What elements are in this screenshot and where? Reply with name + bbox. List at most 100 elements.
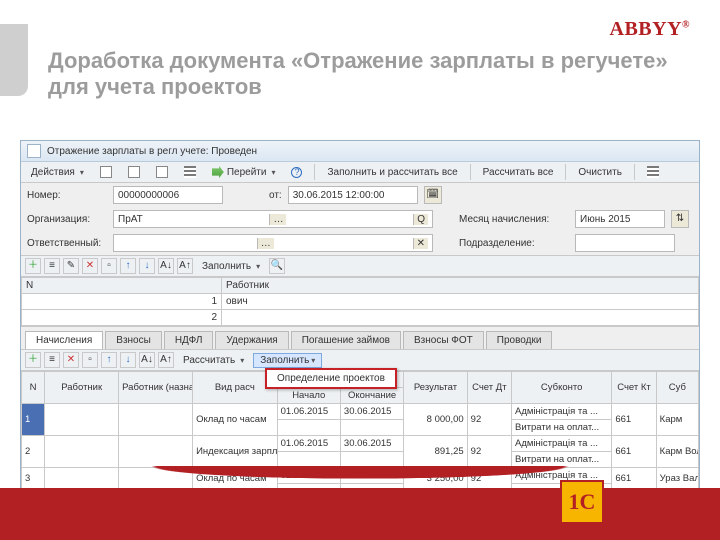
delete-row-button[interactable]: ✕ xyxy=(82,258,98,274)
lookup-button[interactable]: … xyxy=(257,238,274,249)
tab-bar: Начисления Взносы НДФЛ Удержания Погашен… xyxy=(21,326,699,349)
dept-input[interactable] xyxy=(575,234,675,252)
table-row[interactable]: 2 Индексация зарплаты 01.06.2015 30.06.2… xyxy=(22,436,699,452)
refresh-button[interactable]: 🔍 xyxy=(269,258,285,274)
insert-row-button[interactable]: ≡ xyxy=(44,258,60,274)
number-input[interactable]: 00000000006 xyxy=(113,186,223,204)
separator xyxy=(565,164,566,180)
clear-field-button[interactable]: Q xyxy=(413,214,428,225)
sort-asc-button[interactable]: A↓ xyxy=(158,258,174,274)
logo-1c-square: 1С xyxy=(560,480,604,524)
col-acc-kt[interactable]: Счет Кт xyxy=(612,372,656,404)
toolbar-btn-4[interactable] xyxy=(178,164,202,180)
sub-toolbar: ＋ ≡ ✕ ▫ ↑ ↓ A↓ A↑ Рассчитать Заполнить О… xyxy=(21,349,699,371)
fill-calc-all-button[interactable]: Заполнить и рассчитать все xyxy=(321,165,463,180)
form-row-resp: Ответственный: …✕ Подразделение: xyxy=(21,231,699,255)
goto-menu[interactable]: Перейти xyxy=(206,164,282,180)
form-row-org: Организация: ПрАТ…Q Месяц начисления: Ию… xyxy=(21,207,699,231)
col-worker[interactable]: Работник xyxy=(222,278,699,294)
toolbar-btn-1[interactable] xyxy=(94,164,118,180)
from-label: от: xyxy=(269,190,282,201)
window-titlebar: Отражение зарплаты в регл учете: Проведе… xyxy=(21,141,699,162)
sort-asc-button[interactable]: A↓ xyxy=(139,352,155,368)
workers-grid: N Работник 1 ович 2 xyxy=(21,277,699,326)
tab-entries[interactable]: Проводки xyxy=(486,331,553,349)
app-window: Отражение зарплаты в регл учете: Проведе… xyxy=(20,140,700,490)
month-input[interactable]: Июнь 2015 xyxy=(575,210,665,228)
date-input[interactable]: 30.06.2015 12:00:00 xyxy=(288,186,418,204)
copy-row-button[interactable]: ▫ xyxy=(82,352,98,368)
help-button[interactable] xyxy=(285,165,308,180)
calendar-button[interactable]: 🗓 xyxy=(424,186,442,204)
tab-deductions[interactable]: Удержания xyxy=(215,331,288,349)
extra-icon xyxy=(647,166,659,178)
clear-button[interactable]: Очистить xyxy=(572,165,628,180)
table-row[interactable]: 2 xyxy=(22,310,699,326)
copy-row-button[interactable]: ▫ xyxy=(101,258,117,274)
form-row-number: Номер: 00000000006 от: 30.06.2015 12:00:… xyxy=(21,183,699,207)
fill-dropdown[interactable]: Заполнить xyxy=(253,353,322,368)
dept-label: Подразделение: xyxy=(459,238,569,249)
org-label: Организация: xyxy=(27,214,107,225)
insert-row-button[interactable]: ≡ xyxy=(44,352,60,368)
resp-input[interactable]: …✕ xyxy=(113,234,433,252)
projects-popup[interactable]: Определение проектов xyxy=(265,368,397,389)
tab-ndfl[interactable]: НДФЛ xyxy=(164,331,214,349)
org-input[interactable]: ПрАТ…Q xyxy=(113,210,433,228)
delete-row-button[interactable]: ✕ xyxy=(63,352,79,368)
doc-icon xyxy=(128,166,140,178)
separator xyxy=(314,164,315,180)
edit-row-button[interactable]: ✎ xyxy=(63,258,79,274)
actions-menu[interactable]: Действия xyxy=(25,165,90,180)
toolbar-extra[interactable] xyxy=(641,164,665,180)
col-sub2[interactable]: Суб xyxy=(656,372,698,404)
table-row[interactable]: 1 Оклад по часам 01.06.2015 30.06.2015 8… xyxy=(22,404,699,420)
window-title: Отражение зарплаты в регл учете: Проведе… xyxy=(47,146,257,157)
document-icon xyxy=(27,144,41,158)
help-icon xyxy=(291,167,302,178)
month-label: Месяц начисления: xyxy=(459,214,569,225)
slide-title: Доработка документа «Отражение зарплаты … xyxy=(48,48,690,101)
col-worker[interactable]: Работник xyxy=(45,372,119,404)
doc-icon xyxy=(156,166,168,178)
move-down-button[interactable]: ↓ xyxy=(120,352,136,368)
col-end[interactable]: Окончание xyxy=(340,388,403,404)
main-toolbar: Действия Перейти Заполнить и рассчитать … xyxy=(21,162,699,183)
number-label: Номер: xyxy=(27,190,107,201)
tab-loans[interactable]: Погашение займов xyxy=(291,331,401,349)
month-spinner[interactable]: ⇅ xyxy=(671,210,689,228)
table-row[interactable]: 1 ович xyxy=(22,294,699,310)
list-icon xyxy=(184,166,196,178)
tab-contrib[interactable]: Взносы xyxy=(105,331,162,349)
lookup-button[interactable]: … xyxy=(269,214,286,225)
col-acc-dt[interactable]: Счет Дт xyxy=(467,372,511,404)
calc-menu[interactable]: Рассчитать xyxy=(177,353,250,368)
add-row-button[interactable]: ＋ xyxy=(25,352,41,368)
arrow-right-icon xyxy=(212,166,224,178)
col-worker-nom[interactable]: Работник (назначение) xyxy=(119,372,193,404)
move-up-button[interactable]: ↑ xyxy=(101,352,117,368)
separator xyxy=(470,164,471,180)
doc-icon xyxy=(100,166,112,178)
toolbar-btn-3[interactable] xyxy=(150,164,174,180)
calc-all-button[interactable]: Рассчитать все xyxy=(477,165,560,180)
move-up-button[interactable]: ↑ xyxy=(120,258,136,274)
sort-desc-button[interactable]: A↑ xyxy=(158,352,174,368)
move-down-button[interactable]: ↓ xyxy=(139,258,155,274)
col-result[interactable]: Результат xyxy=(404,372,467,404)
add-row-button[interactable]: ＋ xyxy=(25,258,41,274)
col-n[interactable]: N xyxy=(22,278,222,294)
col-start[interactable]: Начало xyxy=(277,388,340,404)
logo-1c-text: :ФРАНЧАЙЗИНГ® xyxy=(610,494,696,509)
col-n[interactable]: N xyxy=(22,372,45,404)
clear-field-button[interactable]: ✕ xyxy=(413,238,428,249)
tab-accruals[interactable]: Начисления xyxy=(25,331,103,349)
tab-fot[interactable]: Взносы ФОТ xyxy=(403,331,484,349)
resp-label: Ответственный: xyxy=(27,238,107,249)
toolbar-btn-2[interactable] xyxy=(122,164,146,180)
title-accent xyxy=(0,24,28,96)
logo-1c: 1С :ФРАНЧАЙЗИНГ® xyxy=(560,480,696,524)
fill-menu[interactable]: Заполнить xyxy=(196,259,266,274)
col-subkonto[interactable]: Субконто xyxy=(512,372,612,404)
sort-desc-button[interactable]: A↑ xyxy=(177,258,193,274)
